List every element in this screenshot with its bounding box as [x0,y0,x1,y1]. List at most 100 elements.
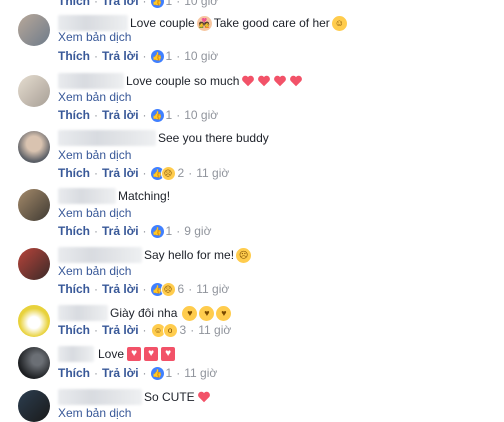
like-link[interactable]: Thích [58,0,90,8]
timestamp[interactable]: 10 giờ [184,108,218,122]
separator: · [176,224,181,238]
action-row: Thích · Trả lời · 👍 1 · 9 giờ [58,223,211,239]
comment-body: Giày đôi nha ♥ ♥ ♥ [58,304,232,322]
reaction-count[interactable]: 👍 ☹ 2 [150,165,184,181]
timestamp[interactable]: 9 giờ [184,224,211,238]
separator: · [188,166,193,180]
comment-body: See you there buddy [58,129,269,147]
timestamp[interactable]: 11 giờ [196,282,229,296]
reply-link[interactable]: Trả lời [102,282,139,296]
translate-link[interactable]: Xem bản dịch [58,406,131,420]
commenter-name-blurred[interactable] [58,15,128,31]
comment-text: See you there buddy [158,131,269,145]
reply-link[interactable]: Trả lời [102,224,139,238]
partial-action-row: Thích · Trả lời · 👍 1 · 10 giờ [58,0,218,9]
timestamp[interactable]: 10 giờ [184,49,218,63]
avatar[interactable] [18,131,50,163]
avatar[interactable] [18,189,50,221]
sad-emoji-icon: ☹ [160,165,176,181]
separator: · [176,49,181,63]
reaction-count[interactable]: ☺ o 3 [150,322,186,338]
timestamp[interactable]: 11 giờ [198,323,231,337]
translate-link[interactable]: Xem bản dịch [58,90,131,104]
separator: · [176,0,181,8]
avatar[interactable] [18,75,50,107]
action-row: Thích · Trả lời · 👍 ☹ 2 · 11 giờ [58,165,229,181]
sad-emoji-icon: ☹ [236,247,252,263]
kiss-emoji-icon: ♥ [216,305,232,321]
commenter-name-blurred[interactable] [58,346,94,362]
commenter-name-blurred[interactable] [58,188,116,204]
translate-link[interactable]: Xem bản dịch [58,148,131,162]
separator: · [142,49,147,63]
separator: · [142,282,147,296]
reaction-count[interactable]: 👍 1 [150,108,172,122]
separator: · [94,323,98,337]
separator: · [142,323,147,337]
heart-icon [242,75,255,87]
translate-link[interactable]: Xem bản dịch [58,264,131,278]
comment-text: Say hello for me! [144,248,235,262]
reaction-count[interactable]: 👍 1 [150,49,172,63]
reply-link[interactable]: Trả lời [102,108,139,122]
avatar[interactable] [18,347,50,379]
comment-body: Matching! [58,187,170,205]
smile-emoji-icon: ☺ [331,15,347,31]
comment-body: So CUTE [58,388,211,406]
separator: · [188,282,193,296]
kiss-emoji-icon: ♥ [182,305,198,321]
avatar[interactable] [18,248,50,280]
comment-text: Love couple [130,16,195,30]
reaction-count[interactable]: 👍 1 [150,224,172,238]
translate-link[interactable]: Xem bản dịch [58,30,131,44]
like-link[interactable]: Thích [58,166,90,180]
like-link[interactable]: Thích [58,366,90,380]
heart-icon [290,75,303,87]
timestamp[interactable]: 11 giờ [184,366,217,380]
commenter-name-blurred[interactable] [58,305,108,321]
separator: · [142,166,147,180]
reaction-count[interactable]: 👍 1 [150,366,172,380]
separator: · [94,0,98,8]
separator: · [142,224,147,238]
like-link[interactable]: Thích [58,323,90,337]
avatar[interactable] [18,390,50,422]
timestamp[interactable]: 11 giờ [196,166,229,180]
action-row: Thích · Trả lời · 👍 ☹ 6 · 11 giờ [58,281,229,297]
separator: · [142,366,147,380]
separator: · [190,323,195,337]
couple-emoji-icon: 💑 [196,15,212,31]
separator: · [94,166,98,180]
commenter-name-blurred[interactable] [58,73,124,89]
commenter-name-blurred[interactable] [58,130,156,146]
reply-link[interactable]: Trả lời [102,49,139,63]
like-icon: 👍 [150,224,164,238]
timestamp[interactable]: 10 giờ [184,0,218,8]
like-link[interactable]: Thích [58,224,90,238]
action-row: Thích · Trả lời · 👍 1 · 10 giờ [58,107,218,123]
translate-link[interactable]: Xem bản dịch [58,206,131,220]
like-link[interactable]: Thích [58,282,90,296]
like-icon: 👍 [150,366,164,380]
reply-link[interactable]: Trả lời [102,166,139,180]
like-link[interactable]: Thích [58,49,90,63]
heart-icon [274,75,287,87]
reaction-count[interactable]: 👍 1 [150,0,172,8]
comment-text: So CUTE [144,390,195,404]
like-icon: 👍 [150,0,164,8]
separator: · [94,108,98,122]
commenter-name-blurred[interactable] [58,389,142,405]
heart-icon: ♥ [161,347,176,361]
wow-icon: o [162,322,178,338]
commenter-name-blurred[interactable] [58,247,142,263]
avatar[interactable] [18,14,50,46]
reply-link[interactable]: Trả lời [102,366,139,380]
comment-body: Love ♥ ♥ ♥ [58,345,176,363]
avatar[interactable] [18,305,50,337]
reply-link[interactable]: Trả lời [102,0,139,8]
reaction-count[interactable]: 👍 ☹ 6 [150,281,184,297]
reply-link[interactable]: Trả lời [102,323,139,337]
action-row: Thích · Trả lời · 👍 1 · 10 giờ [58,48,218,64]
comment-text: Love couple so much [126,74,240,88]
like-link[interactable]: Thích [58,108,90,122]
